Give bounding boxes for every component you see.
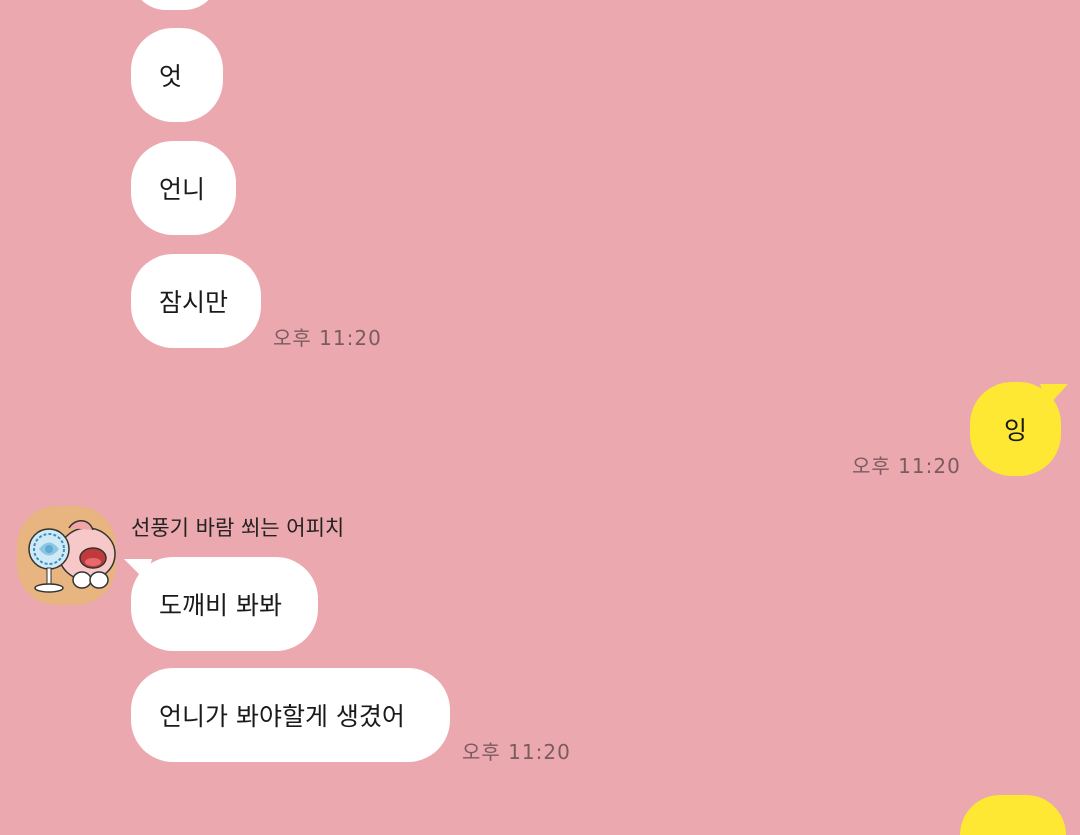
outgoing-message-bubble-partial[interactable] [960, 795, 1066, 835]
outgoing-bubble-tail [1040, 384, 1068, 406]
message-bubble-partial[interactable] [131, 0, 219, 10]
message-text: 엇 [159, 62, 183, 91]
message-bubble[interactable]: 언니 [131, 141, 236, 235]
message-timestamp: 오후 11:20 [852, 454, 961, 478]
apeach-fan-avatar-icon [17, 506, 116, 605]
message-text: 언니가 봐야할게 생겼어 [159, 702, 405, 731]
message-timestamp: 오후 11:20 [462, 740, 571, 764]
message-timestamp: 오후 11:20 [273, 326, 382, 350]
sender-name: 선풍기 바람 쐬는 어피치 [131, 516, 345, 540]
message-text: 언니 [159, 175, 206, 204]
message-text: 잠시만 [159, 288, 229, 317]
message-text: 잉 [1003, 416, 1027, 445]
message-bubble[interactable]: 잠시만 [131, 254, 261, 348]
sender-avatar[interactable] [17, 506, 116, 605]
message-bubble[interactable]: 언니가 봐야할게 생겼어 [131, 668, 450, 762]
message-text: 도깨비 봐봐 [159, 591, 282, 620]
incoming-bubble-tail [124, 559, 152, 581]
message-bubble[interactable]: 엇 [131, 28, 223, 122]
message-bubble[interactable]: 도깨비 봐봐 [131, 557, 318, 651]
